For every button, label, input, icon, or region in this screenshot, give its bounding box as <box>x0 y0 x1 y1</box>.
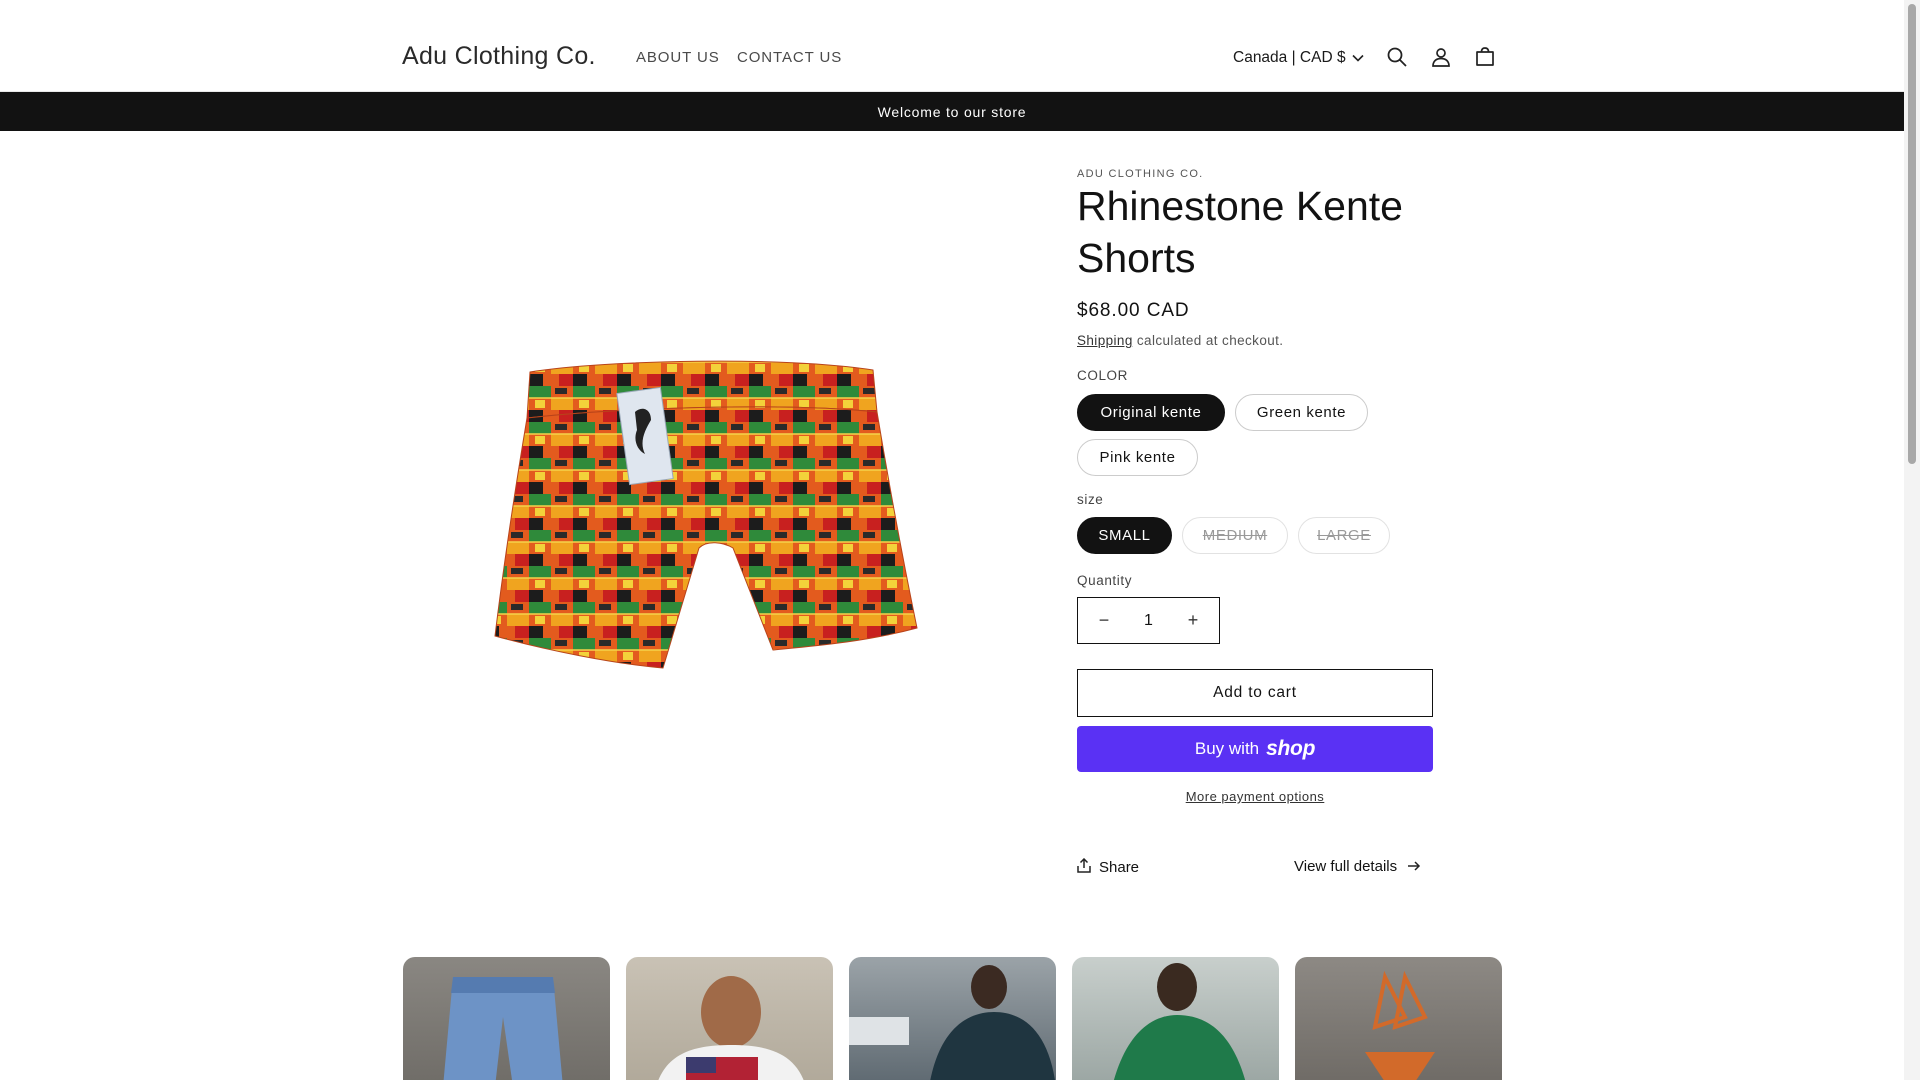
view-details-label: View full details <box>1294 858 1398 875</box>
related-product-thumbnail[interactable] <box>849 957 1056 1080</box>
quantity-stepper: − 1 + <box>1077 597 1220 644</box>
product-media <box>402 158 1022 858</box>
view-full-details-link[interactable]: View full details <box>1294 858 1421 875</box>
arrow-right-icon <box>1407 858 1421 875</box>
color-option-pink-kente[interactable]: Pink kente <box>1077 439 1198 476</box>
page-scrollbar[interactable] <box>1904 0 1920 1080</box>
related-product-thumbnail[interactable] <box>1295 957 1502 1080</box>
store-logo[interactable]: Adu Clothing Co. <box>402 42 596 71</box>
share-button[interactable]: Share <box>1077 857 1140 877</box>
color-option-original-kente[interactable]: Original kente <box>1077 394 1225 431</box>
quantity-label: Quantity <box>1077 573 1133 588</box>
quantity-decrease-button[interactable]: − <box>1092 610 1116 631</box>
buy-with-label: Buy with <box>1194 739 1260 758</box>
search-icon[interactable] <box>1384 44 1410 70</box>
shipping-note-text: calculated at checkout. <box>1132 333 1284 348</box>
product-title: Rhinestone Kente Shorts <box>1077 183 1403 281</box>
size-option-medium[interactable]: MEDIUM <box>1182 517 1288 554</box>
more-payment-options-link[interactable]: More payment options <box>1077 789 1433 804</box>
product-image[interactable] <box>485 350 925 674</box>
product-price: $68.00 CAD <box>1077 300 1190 321</box>
related-product-thumbnail[interactable] <box>1072 957 1279 1080</box>
shop-pay-logo: shop <box>1266 737 1316 760</box>
share-label: Share <box>1099 859 1140 876</box>
locale-label: Canada | CAD $ <box>1233 49 1346 66</box>
nav-contact-us[interactable]: CONTACT US <box>737 49 842 66</box>
add-to-cart-button[interactable]: Add to cart <box>1077 669 1433 717</box>
account-icon[interactable] <box>1428 44 1454 70</box>
size-label: size <box>1077 492 1104 507</box>
quantity-increase-button[interactable]: + <box>1181 610 1205 631</box>
scrollbar-thumb[interactable] <box>1908 4 1916 464</box>
quantity-input[interactable]: 1 <box>1144 612 1153 630</box>
related-product-thumbnail[interactable] <box>403 957 610 1080</box>
chevron-down-icon <box>1352 49 1364 67</box>
size-option-small[interactable]: SMALL <box>1077 517 1172 554</box>
product-vendor: ADU CLOTHING CO. <box>1077 168 1204 180</box>
cart-icon[interactable] <box>1472 44 1498 70</box>
related-product-thumbnail[interactable] <box>626 957 833 1080</box>
shipping-link[interactable]: Shipping <box>1077 333 1133 348</box>
share-icon <box>1077 857 1091 877</box>
size-option-large[interactable]: LARGE <box>1298 517 1390 554</box>
shipping-note: Shipping calculated at checkout. <box>1077 333 1283 348</box>
site-header: Adu Clothing Co. ABOUT US CONTACT US Can… <box>0 0 1904 92</box>
announcement-bar: Welcome to our store <box>0 92 1904 131</box>
announcement-text: Welcome to our store <box>877 103 1027 120</box>
country-currency-selector[interactable]: Canada | CAD $ <box>1233 49 1364 67</box>
color-label: COLOR <box>1077 368 1129 383</box>
nav-about-us[interactable]: ABOUT US <box>636 49 720 66</box>
buy-with-shop-button[interactable]: Buy with shop <box>1077 726 1433 772</box>
color-option-green-kente[interactable]: Green kente <box>1235 394 1368 431</box>
